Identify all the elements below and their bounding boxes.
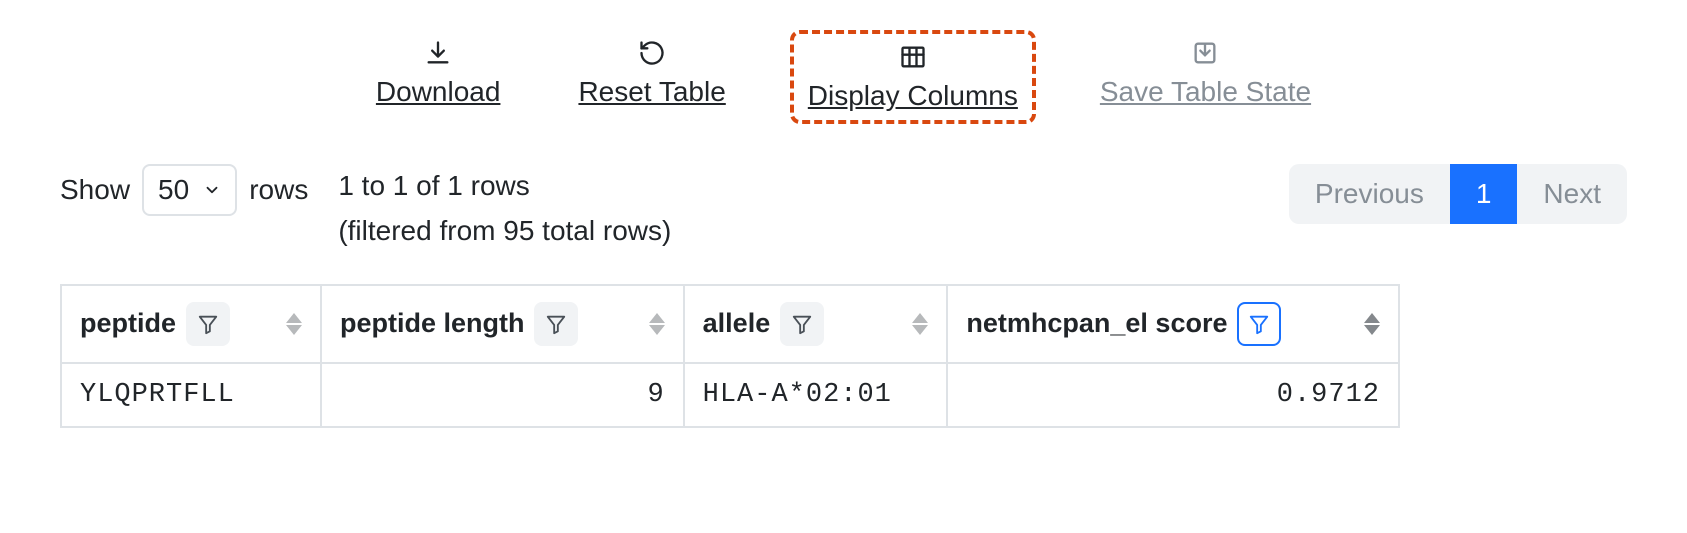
page-1-button[interactable]: 1 (1450, 164, 1518, 224)
show-rows-control: Show 50 rows (60, 164, 308, 216)
display-columns-label: Display Columns (808, 80, 1018, 112)
filter-button-score[interactable] (1237, 302, 1281, 346)
col-header-allele: allele (684, 285, 948, 363)
cell-peptide-length: 9 (321, 363, 684, 427)
col-header-score: netmhcpan_el score (947, 285, 1399, 363)
sort-button-score[interactable] (1364, 313, 1380, 335)
cell-score: 0.9712 (947, 363, 1399, 427)
sort-button-peptide[interactable] (286, 313, 302, 335)
save-table-state-button[interactable]: Save Table State (1086, 30, 1325, 124)
reset-label: Reset Table (578, 76, 725, 108)
previous-button[interactable]: Previous (1289, 164, 1450, 224)
col-label-peptide: peptide (80, 308, 176, 339)
table-row: YLQPRTFLL 9 HLA-A*02:01 0.9712 (61, 363, 1399, 427)
filter-button-allele[interactable] (780, 302, 824, 346)
download-label: Download (376, 76, 501, 108)
save-state-label: Save Table State (1100, 76, 1311, 108)
info-range: 1 to 1 of 1 rows (338, 164, 1259, 209)
table-info: 1 to 1 of 1 rows (filtered from 95 total… (338, 164, 1259, 254)
info-filtered: (filtered from 95 total rows) (338, 209, 1259, 254)
display-columns-button[interactable]: Display Columns (790, 30, 1036, 124)
cell-allele: HLA-A*02:01 (684, 363, 948, 427)
cell-peptide: YLQPRTFLL (61, 363, 321, 427)
col-label-allele: allele (703, 308, 771, 339)
rows-per-page-select[interactable]: 50 (142, 164, 237, 216)
col-label-peptide-length: peptide length (340, 308, 525, 339)
col-header-peptide-length: peptide length (321, 285, 684, 363)
next-button[interactable]: Next (1517, 164, 1627, 224)
results-table: peptide peptide length (60, 284, 1400, 428)
table-icon (898, 42, 928, 72)
pagination: Previous 1 Next (1289, 164, 1627, 224)
chevron-down-icon (203, 181, 221, 199)
table-toolbar: Download Reset Table Display Columns Sav… (60, 30, 1627, 124)
refresh-icon (637, 38, 667, 68)
table-controls: Show 50 rows 1 to 1 of 1 rows (filtered … (60, 164, 1627, 254)
reset-table-button[interactable]: Reset Table (564, 30, 739, 124)
col-label-score: netmhcpan_el score (966, 308, 1227, 339)
show-prefix: Show (60, 174, 130, 206)
sort-button-allele[interactable] (912, 313, 928, 335)
download-button[interactable]: Download (362, 30, 515, 124)
col-header-peptide: peptide (61, 285, 321, 363)
download-icon (423, 38, 453, 68)
filter-button-peptide-length[interactable] (534, 302, 578, 346)
rows-select-value: 50 (158, 174, 189, 206)
show-suffix: rows (249, 174, 308, 206)
save-icon (1190, 38, 1220, 68)
filter-button-peptide[interactable] (186, 302, 230, 346)
sort-button-peptide-length[interactable] (649, 313, 665, 335)
